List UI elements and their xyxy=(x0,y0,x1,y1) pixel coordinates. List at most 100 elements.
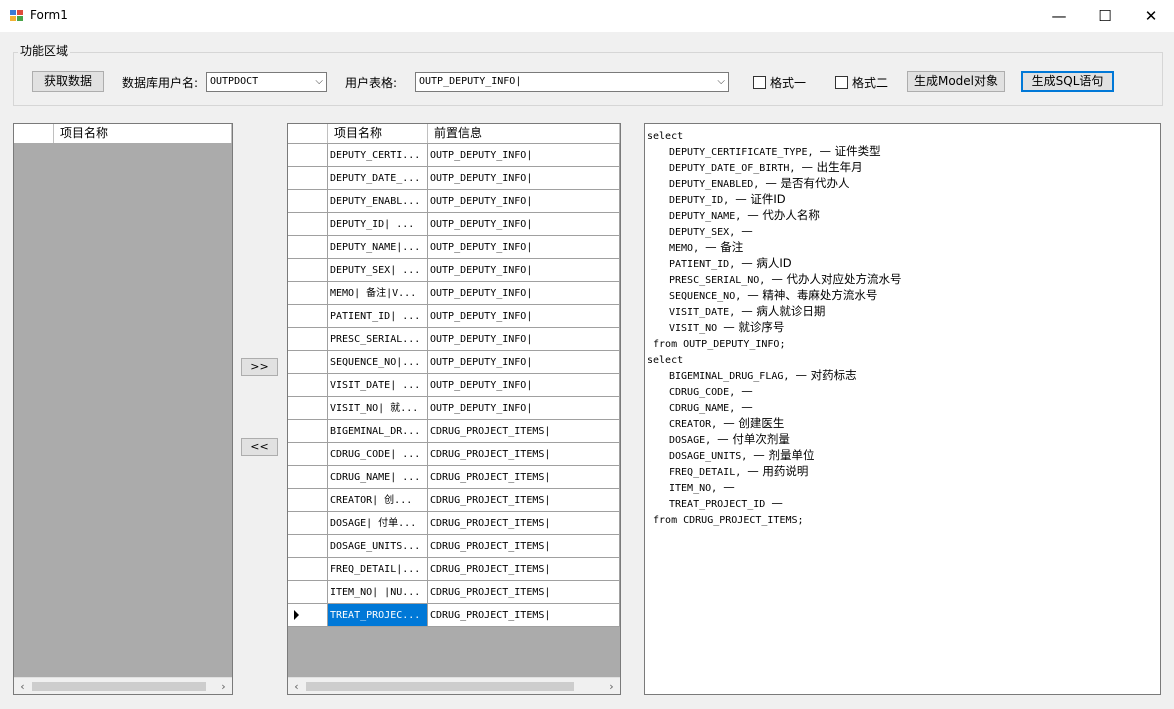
row-header[interactable] xyxy=(288,420,328,443)
scroll-thumb[interactable] xyxy=(306,682,574,691)
table-row[interactable]: DEPUTY_NAME|... OUTP_DEPUTY_INFO| xyxy=(288,236,620,259)
cell-name[interactable]: SEQUENCE_NO|... xyxy=(328,351,428,374)
cell-name[interactable]: CREATOR| 创... xyxy=(328,489,428,512)
row-header[interactable] xyxy=(288,167,328,190)
row-header[interactable] xyxy=(288,351,328,374)
cell-info[interactable]: CDRUG_PROJECT_ITEMS| xyxy=(428,443,620,466)
cell-name[interactable]: FREQ_DETAIL|... xyxy=(328,558,428,581)
right-grid-hscroll[interactable]: ‹ › xyxy=(288,677,620,694)
right-grid-col-name[interactable]: 项目名称 xyxy=(328,124,428,143)
table-row[interactable]: SEQUENCE_NO|... OUTP_DEPUTY_INFO| xyxy=(288,351,620,374)
scroll-left-icon[interactable]: ‹ xyxy=(288,678,305,694)
row-header[interactable] xyxy=(288,512,328,535)
table-row[interactable]: DEPUTY_ID| ... OUTP_DEPUTY_INFO| xyxy=(288,213,620,236)
cell-info[interactable]: OUTP_DEPUTY_INFO| xyxy=(428,167,620,190)
cell-name[interactable]: DEPUTY_CERTI... xyxy=(328,144,428,167)
table-row[interactable]: CDRUG_CODE| ... CDRUG_PROJECT_ITEMS| xyxy=(288,443,620,466)
cell-info[interactable]: OUTP_DEPUTY_INFO| xyxy=(428,259,620,282)
table-row[interactable]: MEMO| 备注|V... OUTP_DEPUTY_INFO| xyxy=(288,282,620,305)
cell-info[interactable]: OUTP_DEPUTY_INFO| xyxy=(428,282,620,305)
table-row[interactable]: VISIT_NO| 就... OUTP_DEPUTY_INFO| xyxy=(288,397,620,420)
move-right-button[interactable]: >> xyxy=(241,358,278,376)
cell-name[interactable]: BIGEMINAL_DR... xyxy=(328,420,428,443)
table-row[interactable]: TREAT_PROJEC... CDRUG_PROJECT_ITEMS| xyxy=(288,604,620,627)
table-row[interactable]: DOSAGE_UNITS... CDRUG_PROJECT_ITEMS| xyxy=(288,535,620,558)
table-row[interactable]: BIGEMINAL_DR... CDRUG_PROJECT_ITEMS| xyxy=(288,420,620,443)
row-header[interactable] xyxy=(288,558,328,581)
row-header[interactable] xyxy=(288,374,328,397)
row-header[interactable] xyxy=(288,535,328,558)
row-header[interactable] xyxy=(288,190,328,213)
scroll-left-icon[interactable]: ‹ xyxy=(14,678,31,694)
cell-info[interactable]: OUTP_DEPUTY_INFO| xyxy=(428,213,620,236)
left-grid[interactable]: 项目名称 ‹ › xyxy=(13,123,233,695)
cell-info[interactable]: OUTP_DEPUTY_INFO| xyxy=(428,351,620,374)
cell-info[interactable]: CDRUG_PROJECT_ITEMS| xyxy=(428,604,620,627)
format1-checkbox[interactable] xyxy=(753,76,766,89)
table-row[interactable]: DEPUTY_DATE_... OUTP_DEPUTY_INFO| xyxy=(288,167,620,190)
table-row[interactable]: PATIENT_ID| ... OUTP_DEPUTY_INFO| xyxy=(288,305,620,328)
left-grid-hscroll[interactable]: ‹ › xyxy=(14,677,232,694)
generate-model-button[interactable]: 生成Model对象 xyxy=(907,71,1005,92)
cell-name[interactable]: DOSAGE| 付单... xyxy=(328,512,428,535)
cell-info[interactable]: CDRUG_PROJECT_ITEMS| xyxy=(428,535,620,558)
cell-name[interactable]: DEPUTY_NAME|... xyxy=(328,236,428,259)
minimize-button[interactable]: — xyxy=(1036,0,1082,32)
row-header[interactable] xyxy=(288,259,328,282)
cell-name[interactable]: MEMO| 备注|V... xyxy=(328,282,428,305)
table-row[interactable]: CREATOR| 创... CDRUG_PROJECT_ITEMS| xyxy=(288,489,620,512)
cell-name[interactable]: DEPUTY_DATE_... xyxy=(328,167,428,190)
cell-info[interactable]: OUTP_DEPUTY_INFO| xyxy=(428,305,620,328)
cell-info[interactable]: CDRUG_PROJECT_ITEMS| xyxy=(428,581,620,604)
row-header[interactable] xyxy=(288,144,328,167)
row-header[interactable] xyxy=(288,443,328,466)
close-button[interactable]: ✕ xyxy=(1128,0,1174,32)
chevron-down-icon[interactable]: ⌵ xyxy=(717,73,725,91)
table-row[interactable]: DEPUTY_SEX| ... OUTP_DEPUTY_INFO| xyxy=(288,259,620,282)
cell-info[interactable]: OUTP_DEPUTY_INFO| xyxy=(428,144,620,167)
scroll-right-icon[interactable]: › xyxy=(215,678,232,694)
table-row[interactable]: PRESC_SERIAL... OUTP_DEPUTY_INFO| xyxy=(288,328,620,351)
cell-info[interactable]: OUTP_DEPUTY_INFO| xyxy=(428,190,620,213)
scroll-thumb[interactable] xyxy=(32,682,206,691)
row-header[interactable] xyxy=(288,466,328,489)
table-row[interactable]: VISIT_DATE| ... OUTP_DEPUTY_INFO| xyxy=(288,374,620,397)
cell-name[interactable]: TREAT_PROJEC... xyxy=(328,604,428,627)
table-combo[interactable]: OUTP_DEPUTY_INFO| ⌵ xyxy=(415,72,729,92)
move-left-button[interactable]: << xyxy=(241,438,278,456)
row-header[interactable] xyxy=(288,213,328,236)
cell-info[interactable]: OUTP_DEPUTY_INFO| xyxy=(428,328,620,351)
row-header[interactable] xyxy=(288,282,328,305)
table-row[interactable]: DOSAGE| 付单... CDRUG_PROJECT_ITEMS| xyxy=(288,512,620,535)
db-user-combo[interactable]: OUTPDOCT ⌵ xyxy=(206,72,327,92)
scroll-right-icon[interactable]: › xyxy=(603,678,620,694)
cell-name[interactable]: DEPUTY_ID| ... xyxy=(328,213,428,236)
cell-name[interactable]: VISIT_DATE| ... xyxy=(328,374,428,397)
cell-info[interactable]: CDRUG_PROJECT_ITEMS| xyxy=(428,420,620,443)
cell-info[interactable]: CDRUG_PROJECT_ITEMS| xyxy=(428,489,620,512)
cell-info[interactable]: CDRUG_PROJECT_ITEMS| xyxy=(428,558,620,581)
row-header[interactable] xyxy=(288,328,328,351)
chevron-down-icon[interactable]: ⌵ xyxy=(315,73,323,91)
table-row[interactable]: CDRUG_NAME| ... CDRUG_PROJECT_ITEMS| xyxy=(288,466,620,489)
row-header[interactable] xyxy=(288,489,328,512)
cell-name[interactable]: DEPUTY_SEX| ... xyxy=(328,259,428,282)
fetch-data-button[interactable]: 获取数据 xyxy=(32,71,104,92)
table-row[interactable]: DEPUTY_ENABL... OUTP_DEPUTY_INFO| xyxy=(288,190,620,213)
format2-checkbox[interactable] xyxy=(835,76,848,89)
cell-name[interactable]: PRESC_SERIAL... xyxy=(328,328,428,351)
right-grid[interactable]: 项目名称 前置信息 DEPUTY_CERTI... OUTP_DEPUTY_INF… xyxy=(287,123,621,695)
row-header[interactable] xyxy=(288,236,328,259)
row-header[interactable] xyxy=(288,581,328,604)
maximize-button[interactable]: ☐ xyxy=(1082,0,1128,32)
sql-output-textbox[interactable]: select DEPUTY_CERTIFICATE_TYPE, — 证件类型 DEP… xyxy=(644,123,1161,695)
cell-name[interactable]: DOSAGE_UNITS... xyxy=(328,535,428,558)
row-header[interactable] xyxy=(288,305,328,328)
table-row[interactable]: FREQ_DETAIL|... CDRUG_PROJECT_ITEMS| xyxy=(288,558,620,581)
cell-name[interactable]: CDRUG_CODE| ... xyxy=(328,443,428,466)
cell-info[interactable]: CDRUG_PROJECT_ITEMS| xyxy=(428,512,620,535)
cell-info[interactable]: OUTP_DEPUTY_INFO| xyxy=(428,397,620,420)
cell-name[interactable]: VISIT_NO| 就... xyxy=(328,397,428,420)
right-grid-col-info[interactable]: 前置信息 xyxy=(428,124,620,143)
cell-name[interactable]: DEPUTY_ENABL... xyxy=(328,190,428,213)
